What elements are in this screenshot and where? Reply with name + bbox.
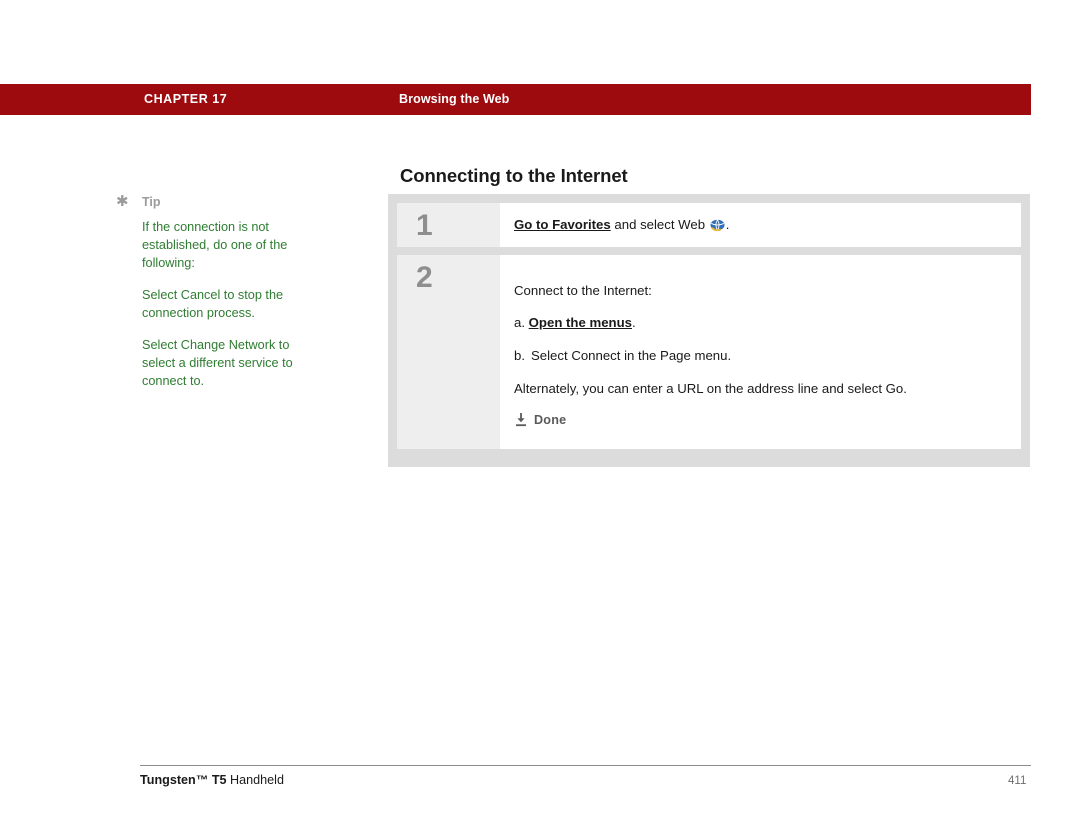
done-label: Done: [534, 412, 567, 427]
step-2-substep-a: a. Open the menus.: [514, 314, 636, 332]
web-globe-icon: [710, 218, 725, 232]
footer-product-bold: Tungsten™ T5: [140, 773, 227, 787]
step-1-number: 1: [416, 209, 433, 242]
done-row: Done: [514, 412, 566, 427]
asterisk-icon: ✱: [116, 193, 129, 210]
step-2-alternate-text: Alternately, you can enter a URL on the …: [514, 381, 907, 396]
step-2-intro-text: Connect to the Internet:: [514, 283, 652, 298]
open-the-menus-link[interactable]: Open the menus: [529, 315, 632, 330]
step-1-rest-text: and select Web: [610, 217, 709, 232]
steps-panel: 1 Go to Favorites and select Web . 2 Con…: [388, 194, 1030, 467]
footer-page-number: 411: [1008, 775, 1027, 787]
step-1-body: Go to Favorites and select Web .: [500, 203, 1021, 247]
step-2-substep-b: b. Select Connect in the Page menu.: [514, 347, 731, 365]
step-1-text: Go to Favorites and select Web .: [514, 216, 729, 234]
tip-paragraph-2: Select Cancel to stop the connection pro…: [142, 288, 284, 320]
substep-b-letter: b.: [514, 348, 525, 363]
page-title: Connecting to the Internet: [400, 165, 628, 186]
go-to-favorites-link[interactable]: Go to Favorites: [514, 217, 611, 232]
chapter-label: CHAPTER 17: [144, 92, 228, 106]
tip-sidebar: ✱ Tip If the connection is not establish…: [116, 194, 326, 390]
tip-label: Tip: [142, 195, 161, 209]
tip-header: ✱ Tip: [116, 194, 326, 214]
down-arrow-done-icon: [514, 412, 528, 427]
tip-paragraph-3: Select Change Network to select a differ…: [142, 338, 293, 388]
step-2: 2 Connect to the Internet: a. Open the m…: [397, 255, 1021, 449]
step-2-number-column: 2: [397, 255, 500, 449]
footer-product-rest: Handheld: [226, 773, 284, 787]
step-1-number-column: 1: [397, 203, 500, 247]
tip-paragraph-1: If the connection is not established, do…: [142, 220, 288, 270]
step-2-body: Connect to the Internet: a. Open the men…: [500, 255, 1021, 449]
footer-divider: [140, 765, 1031, 766]
substep-a-trailing: .: [632, 315, 636, 330]
substep-a-letter: a.: [514, 315, 525, 330]
section-label: Browsing the Web: [399, 92, 510, 106]
footer-product-label: Tungsten™ T5 Handheld: [140, 773, 284, 787]
chapter-header-bar: CHAPTER 17 Browsing the Web: [0, 84, 1031, 115]
step-1-trailing-period: .: [725, 217, 730, 232]
step-2-number: 2: [416, 261, 433, 294]
step-1: 1 Go to Favorites and select Web .: [397, 203, 1021, 247]
substep-b-text: Select Connect in the Page menu.: [531, 348, 732, 363]
